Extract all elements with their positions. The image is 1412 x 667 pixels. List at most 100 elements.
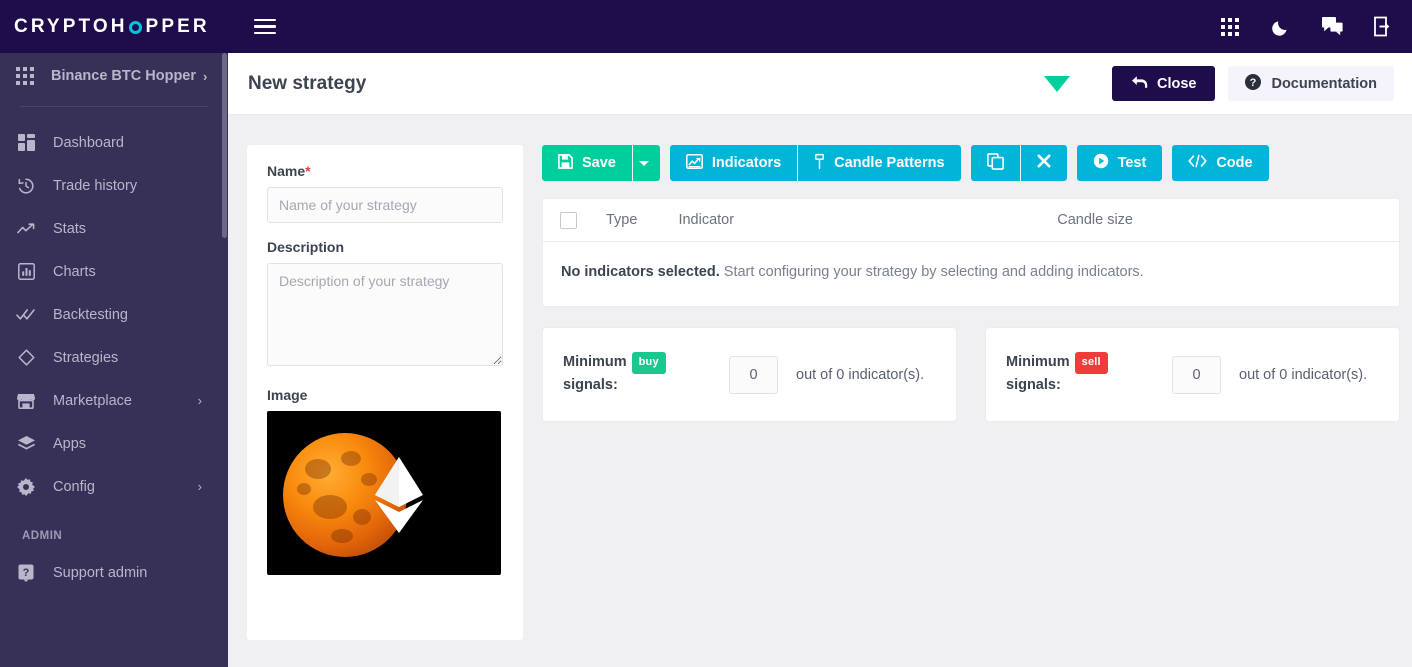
double-check-icon — [16, 305, 36, 325]
sidebar-item-marketplace[interactable]: Marketplace › — [0, 379, 228, 422]
required-asterisk: * — [305, 163, 311, 179]
strategy-description-input[interactable] — [267, 263, 503, 366]
minimum-sell-signals-label: Minimum sell signals: — [1006, 352, 1156, 396]
code-group: Code — [1172, 145, 1269, 181]
minimum-sell-label-line1: Minimum — [1006, 354, 1070, 371]
logo-text-part2: PPER — [145, 15, 210, 37]
sidebar-item-label: Charts — [53, 263, 96, 280]
apps-grid-icon[interactable] — [1219, 16, 1241, 38]
strategy-image[interactable] — [267, 411, 501, 575]
sidebar-item-label: Config — [53, 478, 95, 495]
test-group: Test — [1076, 145, 1163, 181]
description-label: Description — [267, 239, 345, 255]
minimum-sell-signals-input[interactable] — [1172, 355, 1221, 394]
code-button[interactable]: Code — [1172, 145, 1269, 181]
strategy-toolbar: Save Indicators Candle Patterns Test Cod… — [542, 145, 1400, 181]
select-all-checkbox[interactable] — [560, 211, 577, 229]
sidebar-item-charts[interactable]: Charts — [0, 250, 228, 293]
sidebar-item-strategies[interactable]: Strategies — [0, 336, 228, 379]
indicators-table: Type Indicator Candle size No indicators… — [542, 198, 1400, 307]
documentation-button-label: Documentation — [1271, 75, 1377, 92]
copy-icon — [986, 152, 1004, 174]
chevron-right-icon: › — [203, 68, 208, 84]
store-icon — [16, 391, 36, 411]
page-header-actions: Close ? Documentation — [1043, 66, 1394, 101]
sidebar-item-dashboard[interactable]: Dashboard — [0, 121, 228, 164]
candle-patterns-button[interactable]: Candle Patterns — [798, 145, 961, 181]
buy-badge: buy — [631, 352, 666, 374]
sidebar-item-apps[interactable]: Apps — [0, 422, 228, 465]
indicators-group: Indicators Candle Patterns — [669, 145, 961, 181]
sign-out-icon[interactable] — [1372, 16, 1394, 38]
bar-chart-icon — [16, 262, 36, 282]
save-button[interactable]: Save — [542, 145, 632, 181]
logo-text-part1: CRYPTOH — [14, 15, 128, 37]
save-button-group: Save — [542, 145, 660, 181]
column-header-indicator: Indicator — [678, 212, 735, 228]
sidebar-section-admin: ADMIN — [22, 530, 63, 542]
floppy-disk-icon — [558, 153, 573, 173]
sidebar-item-label: Backtesting — [53, 306, 128, 323]
save-dropdown-button[interactable] — [632, 145, 660, 181]
chevron-right-icon: › — [197, 479, 202, 494]
indicators-button-label: Indicators — [711, 155, 782, 171]
moon-icon[interactable] — [1270, 16, 1292, 38]
minimum-buy-signals-card: Minimumbuy signals: out of 0 indicator(s… — [542, 327, 957, 422]
sidebar-scrollbar-thumb[interactable] — [222, 53, 227, 238]
empty-state-description: Start configuring your strategy by selec… — [719, 264, 1144, 280]
code-brackets-icon — [1188, 154, 1207, 172]
documentation-button[interactable]: ? Documentation — [1228, 66, 1394, 101]
empty-state-title: No indicators selected. — [561, 264, 720, 280]
test-button[interactable]: Test — [1076, 145, 1163, 181]
minimum-sell-label-line2: signals: — [1006, 376, 1061, 393]
name-label-text: Name — [267, 163, 306, 179]
chat-icon[interactable] — [1321, 16, 1343, 38]
sell-badge: sell — [1074, 352, 1108, 374]
chevron-right-icon: › — [197, 393, 202, 408]
page-header: New strategy Close ? Documentation — [228, 53, 1412, 115]
minimum-buy-label-line2: signals: — [563, 376, 618, 393]
trending-icon — [16, 219, 36, 239]
minimum-buy-signals-label: Minimum buy signals: — [563, 352, 713, 396]
minimum-buy-signals-input[interactable] — [729, 355, 778, 394]
line-chart-icon — [685, 153, 703, 173]
dashboard-icon — [16, 133, 36, 153]
indicators-empty-state: No indicators selected. Start configurin… — [543, 242, 1399, 306]
back-arrow-icon — [1131, 75, 1148, 93]
copy-button[interactable] — [970, 145, 1020, 181]
strategy-config-panel: Save Indicators Candle Patterns Test Cod… — [542, 145, 1400, 667]
sidebar-item-label: Stats — [53, 220, 87, 237]
cryptohopper-logo[interactable]: CRYPTOH PPER — [14, 16, 210, 38]
sidebar-item-label: Support admin — [53, 564, 148, 581]
sidebar-divider — [20, 106, 208, 107]
sidebar-item-stats[interactable]: Stats — [0, 207, 228, 250]
main-content: Name* Description Image — [228, 115, 1412, 667]
minimum-sell-signals-suffix: out of 0 indicator(s). — [1239, 366, 1368, 383]
indicators-button[interactable]: Indicators — [669, 145, 798, 181]
sidebar-item-config[interactable]: Config › — [0, 465, 228, 508]
minimum-buy-signals-suffix: out of 0 indicator(s). — [796, 366, 925, 383]
gear-icon — [16, 477, 36, 497]
indicators-table-header: Type Indicator Candle size — [543, 199, 1399, 242]
hamburger-icon[interactable] — [253, 18, 276, 35]
sidebar-item-label: Trade history — [53, 177, 138, 194]
sidebar-item-trade-history[interactable]: Trade history — [0, 164, 228, 207]
hopper-selector[interactable]: Binance BTC Hopper › — [0, 53, 228, 99]
svg-text:?: ? — [23, 567, 30, 579]
signal-strength-icon — [1043, 75, 1070, 92]
close-button[interactable]: Close — [1111, 66, 1216, 101]
close-button-label: Close — [1156, 75, 1197, 92]
sidebar-item-support-admin[interactable]: ? Support admin — [0, 551, 228, 594]
strategy-name-input[interactable] — [267, 187, 503, 223]
hopper-name-label: Binance BTC Hopper — [51, 68, 197, 84]
sidebar-item-backtesting[interactable]: Backtesting — [0, 293, 228, 336]
sidebar-item-label: Marketplace — [53, 392, 132, 409]
apps-grid-icon — [16, 67, 34, 85]
layers-icon — [16, 434, 36, 454]
logo-circle-o-icon — [129, 21, 143, 34]
sidebar-item-label: Apps — [53, 435, 87, 452]
column-header-candle-size: Candle size — [1057, 212, 1133, 228]
column-header-type: Type — [606, 212, 638, 228]
clear-button[interactable] — [1020, 145, 1067, 181]
help-badge-icon: ? — [16, 563, 36, 583]
